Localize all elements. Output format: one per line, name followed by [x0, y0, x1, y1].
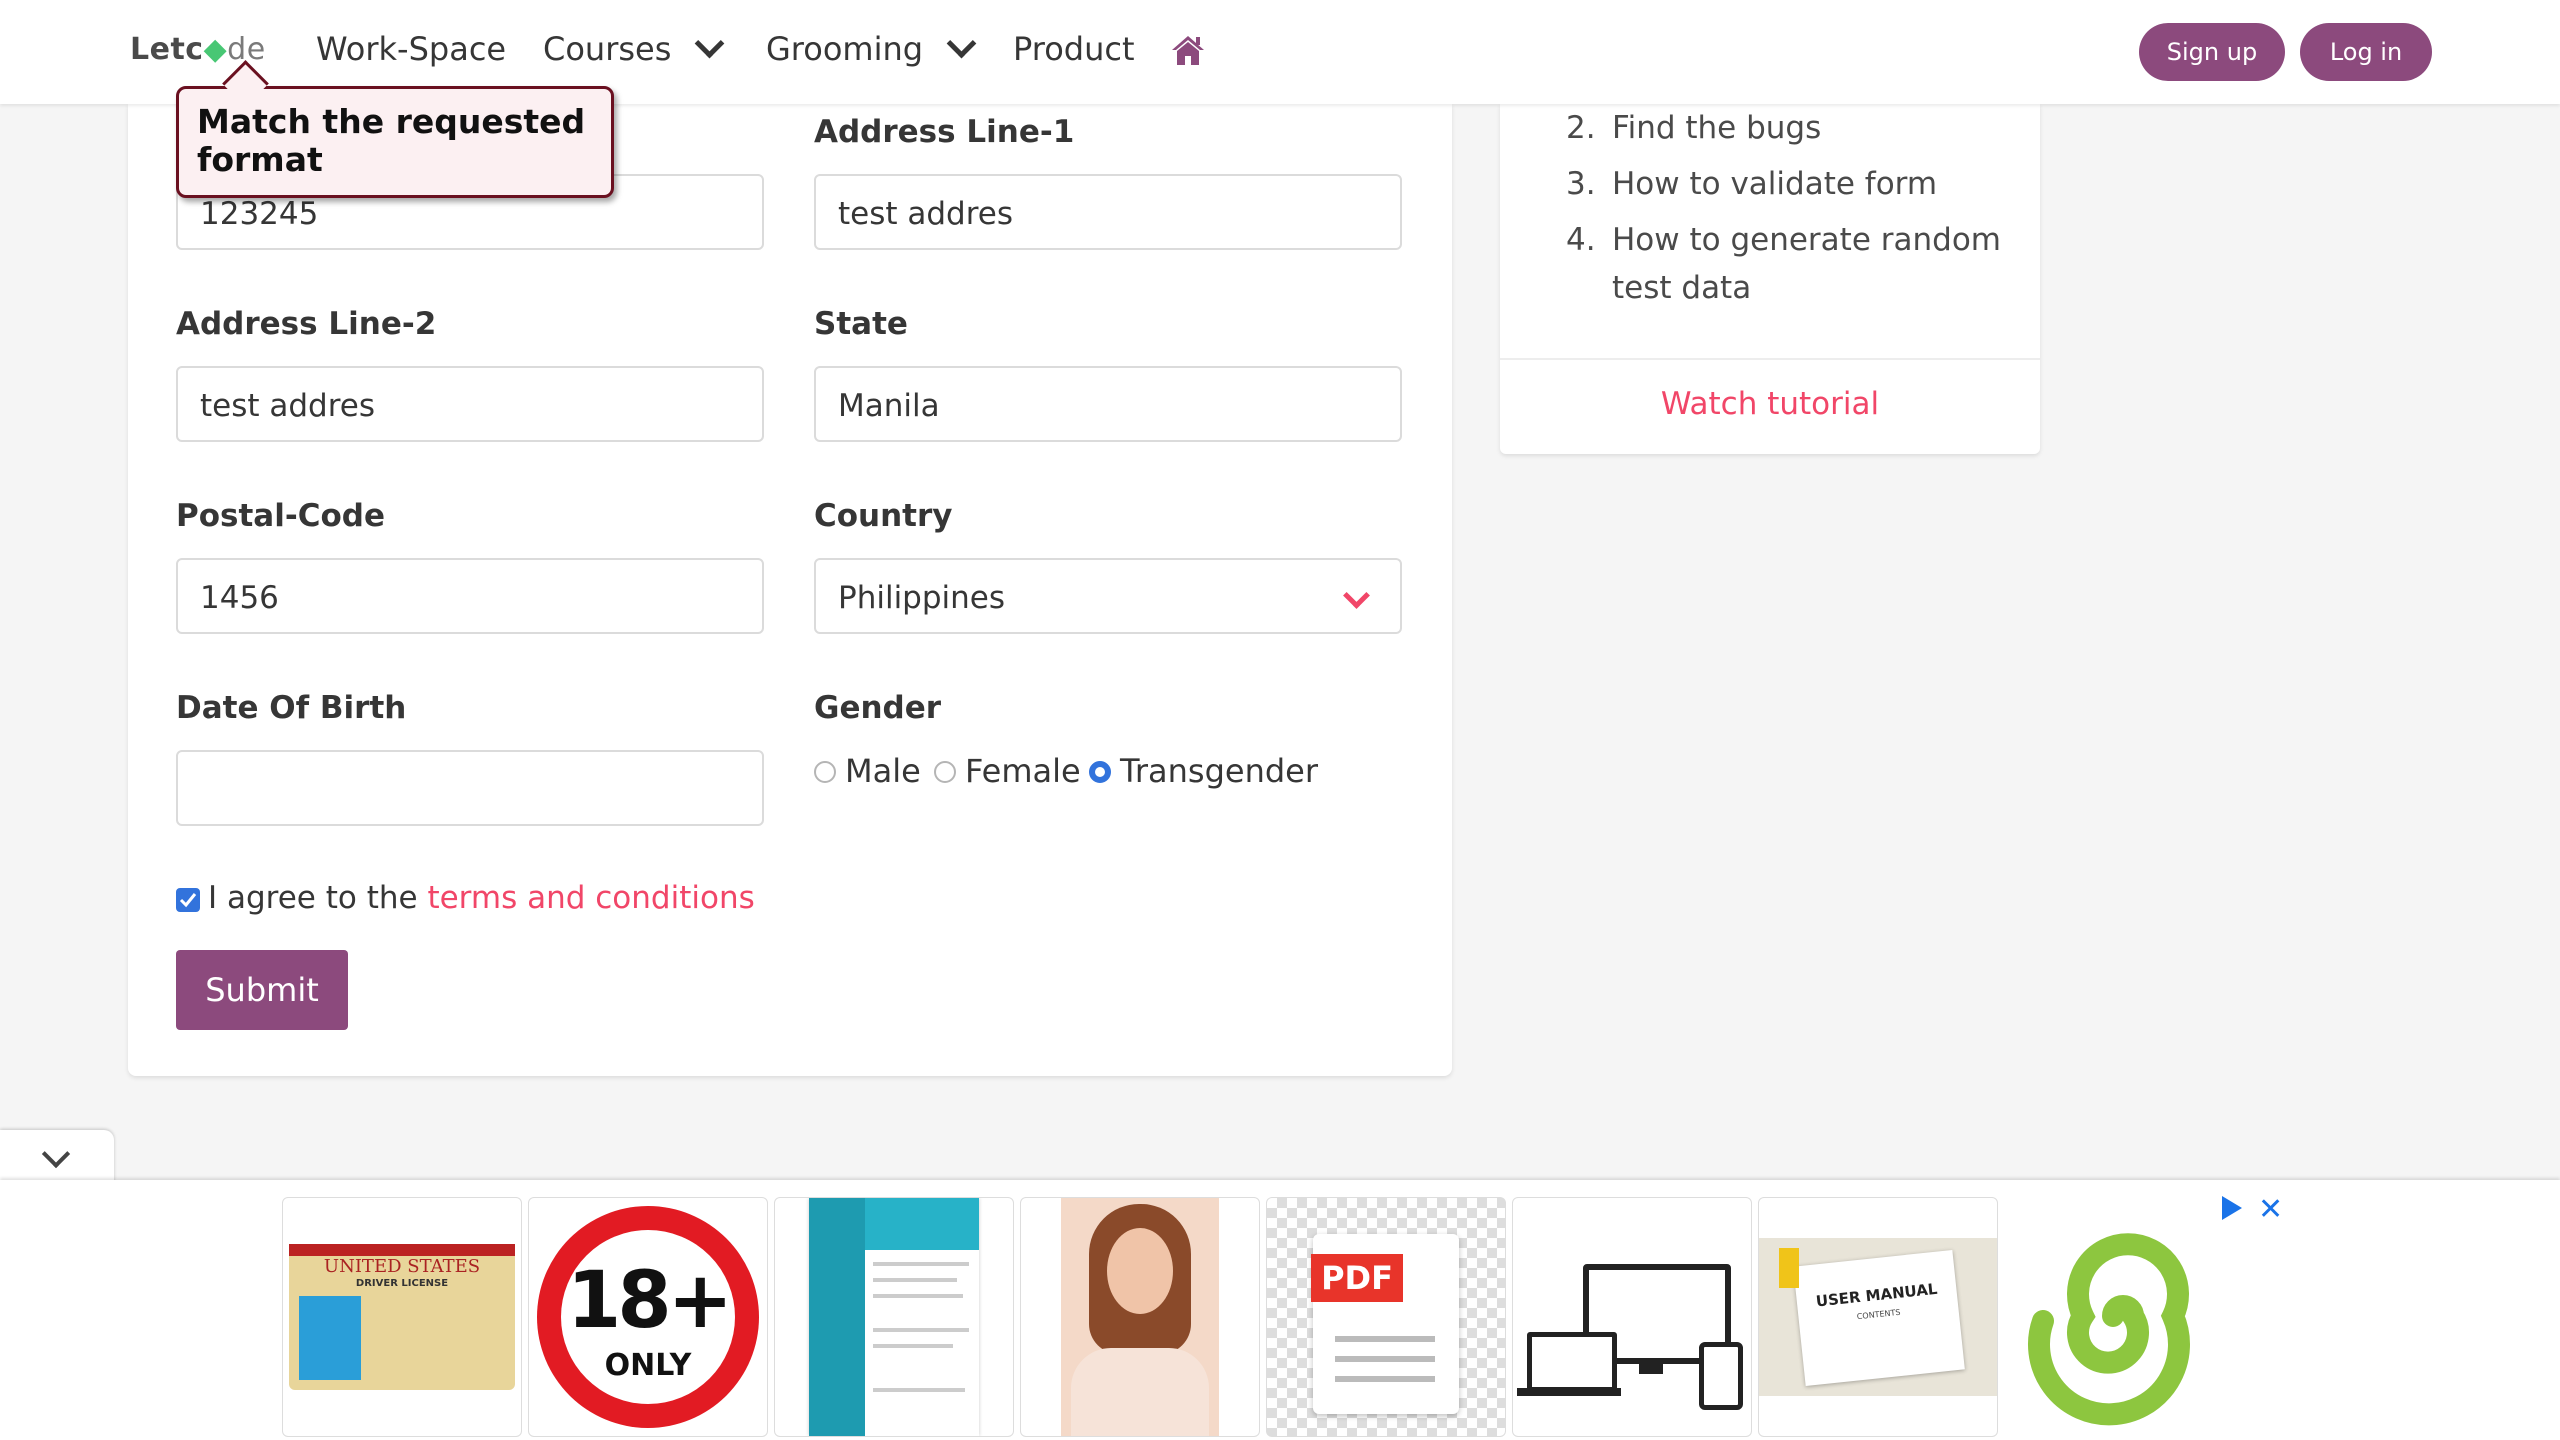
- user-manual-ad[interactable]: USER MANUAL CONTENTS: [1758, 1197, 1998, 1437]
- monitor-stand: [1639, 1358, 1663, 1374]
- agree-label: I agree to the: [208, 880, 418, 916]
- resume-sidebar: [809, 1198, 865, 1436]
- address1-label: Address Line-1: [814, 114, 1075, 150]
- age-text: 18+: [567, 1256, 733, 1346]
- nav-product[interactable]: Product: [1013, 30, 1135, 68]
- radio-female[interactable]: [934, 761, 956, 783]
- close-icon[interactable]: ✕: [2258, 1192, 2283, 1227]
- submit-button[interactable]: Submit: [176, 950, 348, 1030]
- pdf-line: [1335, 1376, 1435, 1382]
- phone-icon: [1699, 1342, 1743, 1410]
- resume-line: [873, 1344, 953, 1348]
- gender-label: Gender: [814, 690, 942, 726]
- radio-male[interactable]: [814, 761, 836, 783]
- card-divider: [1500, 358, 2040, 360]
- 18-plus-ad[interactable]: 18+ ONLY: [528, 1197, 768, 1437]
- state-label: State: [814, 306, 908, 342]
- laptop-base: [1517, 1388, 1621, 1396]
- validation-tooltip: Match the requested format: [176, 60, 614, 198]
- list-item-number: 3.: [1566, 166, 1596, 202]
- address2-input[interactable]: test addres: [176, 366, 764, 442]
- list-item-number: 4.: [1566, 222, 1596, 258]
- radio-male-label[interactable]: Male: [845, 752, 921, 790]
- pdf-document-ad[interactable]: PDF: [1266, 1197, 1506, 1437]
- license-subtitle: DRIVER LICENSE: [355, 1278, 449, 1289]
- state-input[interactable]: Manila: [814, 366, 1402, 442]
- watch-tutorial-link[interactable]: Watch tutorial: [1500, 386, 2040, 422]
- login-button[interactable]: Log in: [2300, 23, 2432, 81]
- spiral-icon: [2028, 1233, 2190, 1426]
- chevron-down-icon: [946, 28, 977, 59]
- manual-page: USER MANUAL CONTENTS: [1793, 1249, 1965, 1387]
- manual-tab: [1779, 1248, 1799, 1288]
- age-ring-inner: 18+ ONLY: [561, 1230, 735, 1404]
- signup-button[interactable]: Sign up: [2139, 23, 2285, 81]
- nav-courses-label: Courses: [543, 30, 672, 68]
- resume-line: [873, 1294, 963, 1298]
- resume-line: [873, 1278, 957, 1282]
- woman-photo-ad[interactable]: [1020, 1197, 1260, 1437]
- devices-ad[interactable]: [1512, 1197, 1752, 1437]
- resume-line: [873, 1388, 965, 1392]
- radio-transgender-label[interactable]: Transgender: [1120, 752, 1318, 790]
- logo-diamond-icon: ◆: [203, 32, 228, 67]
- nav-courses[interactable]: Courses: [543, 28, 725, 68]
- resume-line: [873, 1262, 969, 1266]
- dob-label: Date Of Birth: [176, 690, 407, 726]
- pdf-line: [1335, 1336, 1435, 1342]
- postal-input[interactable]: 1456: [176, 558, 764, 634]
- home-icon[interactable]: [1170, 34, 1206, 66]
- list-item: How to generate random test data: [1612, 222, 2001, 306]
- license-card: UNITED STATES DRIVER LICENSE: [289, 1244, 515, 1390]
- photo-dress: [1071, 1348, 1209, 1436]
- license-photo: [299, 1296, 361, 1380]
- country-select[interactable]: Philippines: [814, 558, 1402, 634]
- photo-background: [1061, 1198, 1219, 1436]
- age-ring: 18+ ONLY: [537, 1206, 759, 1428]
- nav-work-space[interactable]: Work-Space: [316, 30, 506, 68]
- list-item: How to validate form: [1612, 166, 1938, 202]
- pdf-label: PDF: [1311, 1254, 1403, 1302]
- ad-banner: UNITED STATES DRIVER LICENSE 18+ ONLY PD…: [0, 1180, 2560, 1440]
- laptop-icon: [1527, 1332, 1617, 1392]
- nav-grooming[interactable]: Grooming: [766, 28, 977, 68]
- resume-header: [865, 1198, 979, 1250]
- adchoices-icon[interactable]: [2222, 1196, 2242, 1220]
- country-label: Country: [814, 498, 953, 534]
- country-selected-value: Philippines: [838, 580, 1006, 616]
- chevron-down-icon: [695, 28, 725, 59]
- radio-transgender[interactable]: [1089, 761, 1111, 783]
- license-stripe: [289, 1244, 515, 1256]
- dob-input[interactable]: [176, 750, 764, 826]
- list-item-number: 2.: [1566, 110, 1596, 146]
- tooltip-text: Match the requested format: [197, 102, 586, 179]
- logo-text-start: Letc: [130, 32, 204, 67]
- agree-text: I agree to the terms and conditions: [208, 880, 755, 916]
- resume-page: [809, 1198, 979, 1436]
- list-item: Find the bugs: [1612, 110, 1822, 146]
- pdf-line: [1335, 1356, 1435, 1362]
- driver-license-ad[interactable]: UNITED STATES DRIVER LICENSE: [282, 1197, 522, 1437]
- chevron-down-icon: [1343, 582, 1370, 609]
- checkmark-icon: [179, 893, 197, 908]
- address1-input[interactable]: test addres: [814, 174, 1402, 250]
- terms-link[interactable]: terms and conditions: [427, 880, 754, 916]
- resume-line: [873, 1328, 969, 1332]
- nav-grooming-label: Grooming: [766, 30, 924, 68]
- manual-background: USER MANUAL CONTENTS: [1759, 1238, 1997, 1396]
- radio-female-label[interactable]: Female: [965, 752, 1081, 790]
- photo-face: [1107, 1228, 1173, 1314]
- resume-template-ad[interactable]: [774, 1197, 1014, 1437]
- address2-label: Address Line-2: [176, 306, 437, 342]
- tutorial-card: 2. Find the bugs 3. How to validate form…: [1500, 104, 2040, 454]
- ad-collapse-button[interactable]: [0, 1130, 114, 1184]
- age-subtext: ONLY: [604, 1348, 692, 1383]
- agree-checkbox[interactable]: [176, 888, 200, 912]
- license-title: UNITED STATES: [323, 1256, 481, 1277]
- green-spiral-ad[interactable]: [2004, 1197, 2242, 1435]
- chevron-down-icon: [41, 1139, 71, 1169]
- postal-label: Postal-Code: [176, 498, 385, 534]
